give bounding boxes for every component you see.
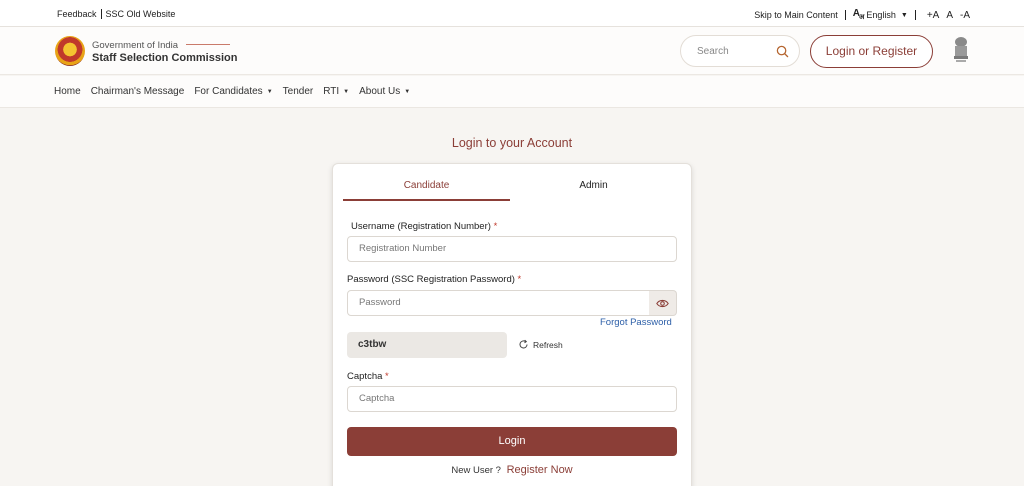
captcha-label: Captcha * (347, 371, 389, 382)
nav-about[interactable]: About Us ▼ (359, 86, 410, 97)
page-title: Login to your Account (451, 136, 573, 150)
gov-text: Government of India (92, 40, 179, 51)
eye-icon (656, 299, 669, 308)
nav-label: Chairman's Message (90, 86, 185, 97)
chevron-down-icon: ▼ (404, 88, 411, 95)
search-icon[interactable] (776, 45, 789, 58)
nav-chairman[interactable]: Chairman's Message (91, 86, 185, 97)
search-input[interactable]: Search (680, 35, 800, 67)
decorative-line (186, 44, 230, 45)
utility-links: Feedback SSC Old Website (57, 9, 175, 19)
divider (844, 10, 846, 20)
refresh-icon (519, 339, 528, 349)
nav-candidates[interactable]: For Candidates ▼ (194, 86, 272, 97)
refresh-label: Refresh (533, 339, 563, 350)
password-field[interactable]: Password (347, 290, 650, 316)
old-website-link[interactable]: SSC Old Website (106, 9, 176, 19)
accessibility-controls: Skip to Main Content Aअ English ▼ +A A -… (754, 8, 970, 22)
nav-label: For Candidates (194, 86, 263, 97)
main-nav: Home Chairman's Message For Candidates ▼ … (0, 76, 1024, 108)
chevron-down-icon: ▼ (343, 88, 350, 95)
nav-label: Tender (282, 86, 314, 97)
tab-admin[interactable]: Admin (510, 180, 677, 200)
username-field[interactable]: Registration Number (347, 236, 677, 262)
chevron-down-icon: ▼ (900, 11, 908, 19)
nav-home[interactable]: Home (54, 86, 81, 97)
translate-icon: Aअ (852, 8, 865, 21)
skip-to-content-link[interactable]: Skip to Main Content (754, 10, 838, 20)
nav-label: About Us (359, 86, 401, 97)
chevron-down-icon: ▼ (266, 88, 273, 95)
divider (914, 10, 916, 20)
national-emblem-icon (954, 37, 968, 62)
feedback-link[interactable]: Feedback (57, 9, 97, 19)
org-name: Staff Selection Commission (92, 52, 238, 64)
font-decrease-button[interactable]: -A (960, 10, 970, 21)
tab-candidate[interactable]: Candidate (343, 180, 510, 201)
forgot-password-link[interactable]: Forgot Password (600, 317, 672, 328)
nav-label: RTI (323, 86, 340, 97)
utility-bar: Feedback SSC Old Website Skip to Main Co… (0, 0, 1024, 27)
font-normal-button[interactable]: A (946, 10, 953, 21)
login-register-button[interactable]: Login or Register (810, 35, 933, 68)
nav-tender[interactable]: Tender (283, 86, 314, 97)
nav-label: Home (54, 86, 81, 97)
username-label: Username (Registration Number) * (351, 221, 498, 232)
refresh-captcha-button[interactable]: Refresh (518, 339, 563, 350)
captcha-field[interactable]: Captcha (347, 386, 677, 412)
new-user-text: New User ? (451, 465, 501, 476)
login-card: Candidate Admin Username (Registration N… (332, 163, 692, 486)
show-password-button[interactable] (649, 290, 677, 316)
divider (100, 9, 102, 19)
new-user-row: New User ? Register Now (333, 464, 691, 476)
language-select[interactable]: English (866, 10, 896, 20)
register-now-link[interactable]: Register Now (507, 464, 573, 476)
ssc-logo-icon[interactable] (55, 36, 85, 66)
password-label: Password (SSC Registration Password) * (347, 274, 522, 285)
search-placeholder: Search (697, 46, 729, 57)
font-increase-button[interactable]: +A (927, 10, 940, 21)
login-button[interactable]: Login (347, 427, 677, 456)
site-header: Government of India Staff Selection Comm… (0, 27, 1024, 75)
captcha-image: c3tbw (347, 332, 507, 358)
nav-rti[interactable]: RTI ▼ (323, 86, 349, 97)
